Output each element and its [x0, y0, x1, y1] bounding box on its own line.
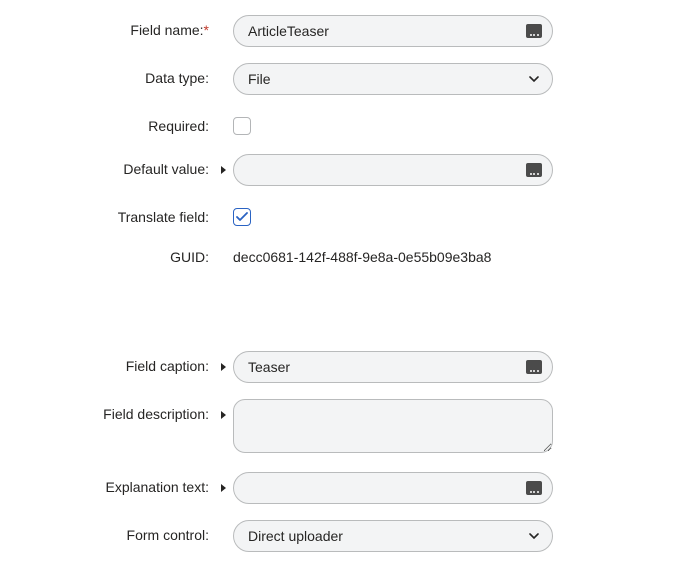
required-marker: * [204, 22, 209, 38]
ellipsis-icon[interactable] [526, 360, 542, 374]
field-name-input[interactable] [233, 15, 553, 47]
explanation-text-label: Explanation text: [105, 479, 209, 495]
expand-icon[interactable] [220, 165, 228, 175]
expand-icon[interactable] [220, 410, 228, 420]
expand-icon[interactable] [220, 483, 228, 493]
default-value-input[interactable] [233, 154, 553, 186]
field-name-label: Field name: [130, 22, 203, 38]
guid-value: decc0681-142f-488f-9e8a-0e55b09e3ba8 [233, 249, 491, 265]
explanation-text-input[interactable] [233, 472, 553, 504]
ellipsis-icon[interactable] [526, 481, 542, 495]
field-description-textarea[interactable] [233, 399, 553, 453]
translate-field-checkbox[interactable] [233, 208, 251, 226]
data-type-select[interactable]: File [233, 63, 553, 95]
field-caption-label: Field caption: [126, 358, 209, 374]
guid-label: GUID: [170, 249, 209, 265]
required-label: Required: [148, 118, 209, 134]
ellipsis-icon[interactable] [526, 24, 542, 38]
required-checkbox[interactable] [233, 117, 251, 135]
field-caption-input[interactable] [233, 351, 553, 383]
translate-field-label: Translate field: [118, 209, 209, 225]
expand-icon[interactable] [220, 362, 228, 372]
form-control-select[interactable]: Direct uploader [233, 520, 553, 552]
ellipsis-icon[interactable] [526, 163, 542, 177]
default-value-label: Default value: [123, 161, 209, 177]
field-description-label: Field description: [103, 406, 209, 422]
data-type-label: Data type: [145, 70, 209, 86]
form-control-label: Form control: [127, 527, 209, 543]
